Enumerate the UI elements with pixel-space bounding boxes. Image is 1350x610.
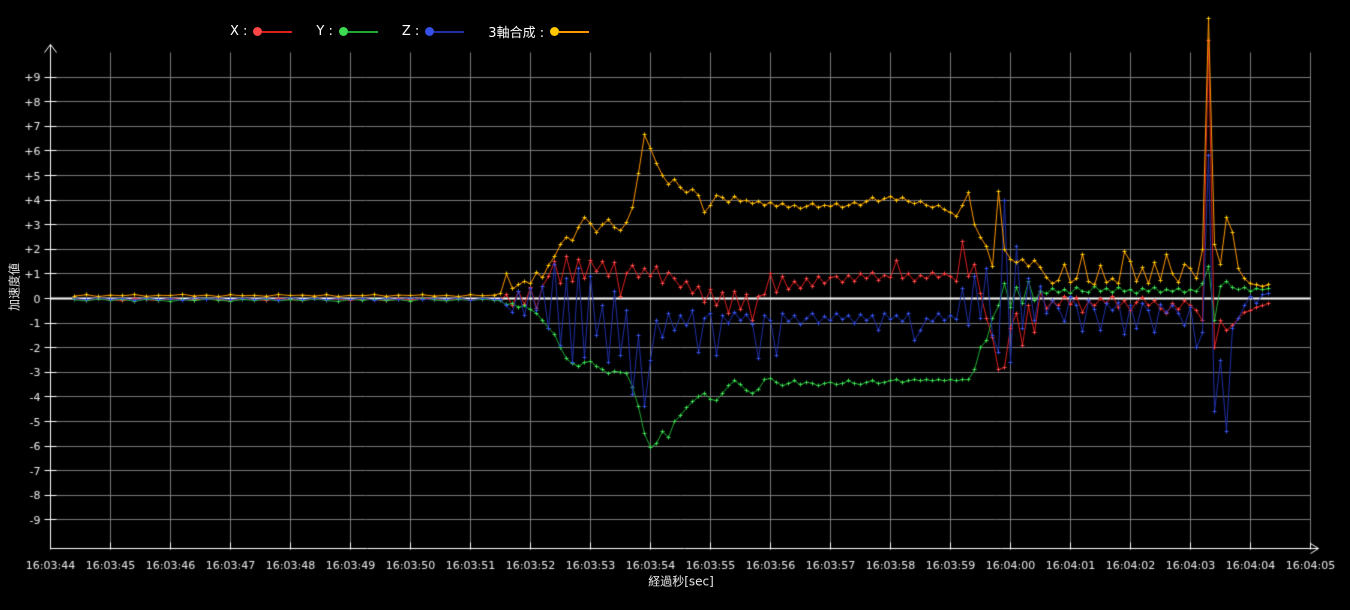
- legend-item-composite: 3軸合成 :: [488, 22, 589, 41]
- chart-canvas: [0, 0, 1350, 610]
- legend-item-y: Y :: [316, 24, 377, 39]
- legend-label-composite: 3軸合成 :: [488, 22, 544, 41]
- composite-series-dot-icon: [550, 27, 559, 36]
- x-series-line-icon: [262, 31, 292, 33]
- composite-series-line-icon: [559, 31, 589, 33]
- chart-legend: X : Y : Z : 3軸合成 :: [230, 22, 589, 41]
- legend-item-x: X :: [230, 24, 292, 39]
- z-series-line-icon: [434, 31, 464, 33]
- y-series-dot-icon: [339, 27, 348, 36]
- legend-item-z: Z :: [402, 24, 464, 39]
- legend-label-y: Y :: [316, 24, 332, 39]
- y-axis-title: 加速度値: [6, 263, 23, 311]
- chart-root: X : Y : Z : 3軸合成 : 加速度値 経過秒[sec]: [0, 0, 1350, 610]
- x-axis-title: 経過秒[sec]: [648, 573, 714, 590]
- z-series-dot-icon: [425, 27, 434, 36]
- legend-label-z: Z :: [402, 24, 419, 39]
- x-series-dot-icon: [253, 27, 262, 36]
- y-series-line-icon: [348, 31, 378, 33]
- legend-label-x: X :: [230, 24, 247, 39]
